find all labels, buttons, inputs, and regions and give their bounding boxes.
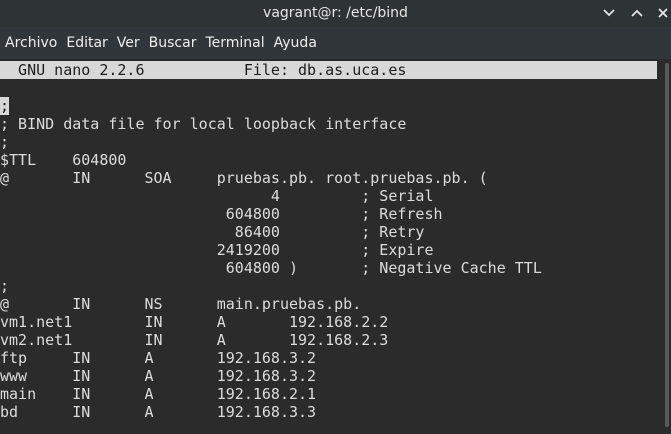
chevron-down-icon bbox=[603, 9, 615, 17]
window-titlebar[interactable]: vagrant@r: /etc/bind bbox=[0, 0, 671, 27]
editor-line[interactable]: ; bbox=[0, 277, 9, 295]
editor-line[interactable]: ; bbox=[0, 97, 10, 115]
editor-line[interactable]: 604800 ) ; Negative Cache TTL bbox=[0, 259, 542, 277]
editor-line[interactable]: @ IN NS main.pruebas.pb. bbox=[0, 295, 361, 313]
editor-line[interactable]: bd IN A 192.168.3.3 bbox=[0, 403, 316, 421]
editor-line[interactable]: ; BIND data file for local loopback inte… bbox=[0, 115, 406, 133]
editor-line[interactable]: ; bbox=[0, 133, 9, 151]
editor-line[interactable]: 4 ; Serial bbox=[0, 187, 434, 205]
menu-ayuda[interactable]: Ayuda bbox=[269, 27, 317, 59]
menu-archivo[interactable]: Archivo bbox=[0, 27, 57, 59]
editor-line[interactable]: vm2.net1 IN A 192.168.2.3 bbox=[0, 331, 388, 349]
editor-line[interactable]: www IN A 192.168.3.2 bbox=[0, 367, 316, 385]
close-icon bbox=[658, 8, 668, 18]
editor-line[interactable]: 86400 ; Retry bbox=[0, 223, 425, 241]
editor-line[interactable]: @ IN SOA pruebas.pb. root.pruebas.pb. ( bbox=[0, 169, 488, 187]
close-button[interactable] bbox=[651, 2, 671, 24]
chevron-up-icon bbox=[631, 9, 643, 17]
window-title: vagrant@r: /etc/bind bbox=[263, 5, 408, 21]
editor-line[interactable]: 2419200 ; Expire bbox=[0, 241, 434, 259]
menu-terminal[interactable]: Terminal bbox=[200, 27, 264, 59]
terminal-area[interactable]: GNU nano 2.2.6 File: db.as.uca.es ; ; BI… bbox=[0, 59, 671, 434]
text-cursor: ; bbox=[0, 97, 10, 115]
menu-buscar[interactable]: Buscar bbox=[144, 27, 197, 59]
scrollbar-thumb[interactable] bbox=[665, 63, 669, 427]
maximize-button[interactable] bbox=[625, 2, 649, 24]
nano-header: GNU nano 2.2.6 File: db.as.uca.es bbox=[0, 61, 657, 79]
menu-ver[interactable]: Ver bbox=[112, 27, 140, 59]
editor-line[interactable]: ftp IN A 192.168.3.2 bbox=[0, 349, 316, 367]
minimize-button[interactable] bbox=[597, 2, 621, 24]
editor-line[interactable]: $TTL 604800 bbox=[0, 151, 126, 169]
menu-editar[interactable]: Editar bbox=[61, 27, 107, 59]
terminal-scrollbar[interactable] bbox=[663, 59, 671, 434]
menubar: Archivo Editar Ver Buscar Terminal Ayuda bbox=[0, 27, 671, 59]
editor-line[interactable]: 604800 ; Refresh bbox=[0, 205, 443, 223]
editor-line[interactable]: main IN A 192.168.2.1 bbox=[0, 385, 316, 403]
editor-line[interactable]: vm1.net1 IN A 192.168.2.2 bbox=[0, 313, 388, 331]
